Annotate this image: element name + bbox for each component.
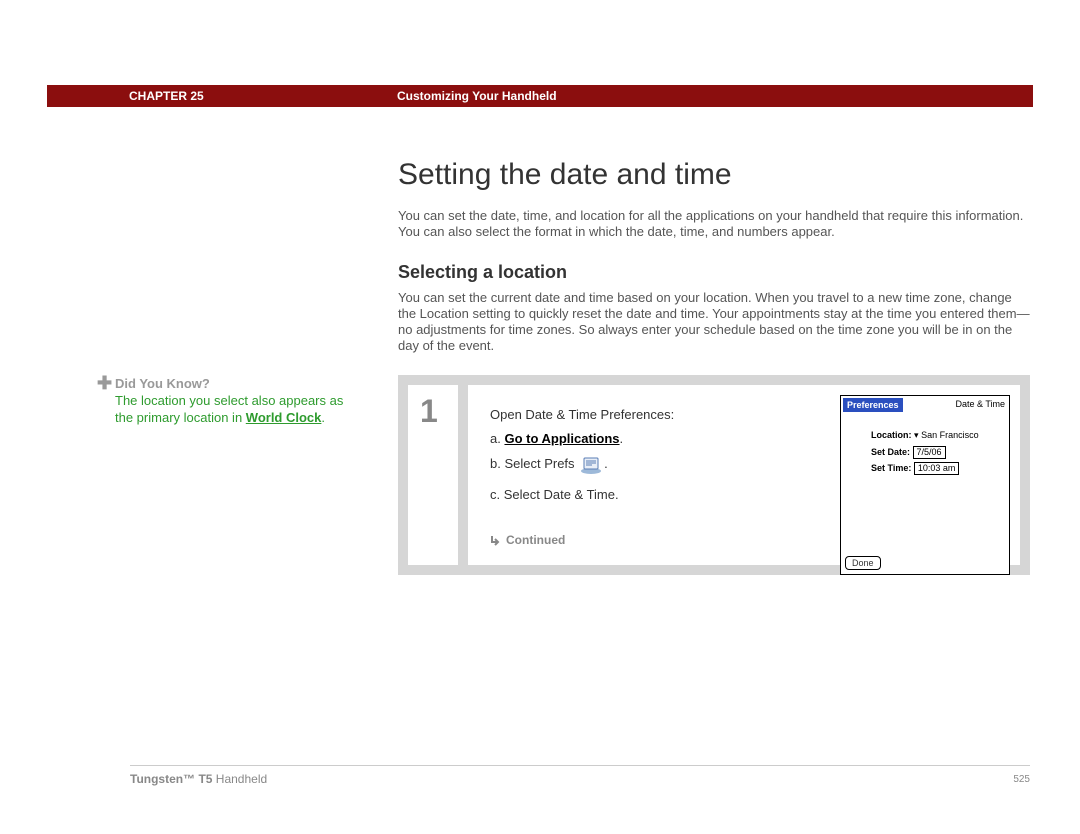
handheld-screenshot: Preferences Date & Time Location: ▾ San … xyxy=(840,395,1010,575)
page-title: Setting the date and time xyxy=(398,158,732,192)
step-a: a. Go to Applications. xyxy=(490,431,623,446)
step-b: b. Select Prefs . xyxy=(490,456,623,477)
footer-product: Tungsten™ T5 Handheld xyxy=(130,772,267,786)
step-open-text: Open Date & Time Preferences: xyxy=(490,407,674,422)
shot-location-label: Location: xyxy=(871,430,912,440)
shot-date-time-label: Date & Time xyxy=(953,398,1007,410)
footer-divider xyxy=(130,765,1030,766)
shot-set-date-label: Set Date: xyxy=(871,447,910,457)
subheading: Selecting a location xyxy=(398,262,567,283)
header-bar: CHAPTER 25 Customizing Your Handheld xyxy=(47,85,1033,107)
intro-paragraph: You can set the date, time, and location… xyxy=(398,208,1030,240)
shot-set-time-label: Set Time: xyxy=(871,463,911,473)
step-b-suffix: . xyxy=(604,456,608,471)
shot-date-row: Set Date: 7/5/06 xyxy=(871,446,946,459)
continued-arrow-icon xyxy=(490,534,502,546)
shot-date-value: 7/5/06 xyxy=(913,446,946,459)
footer-page-number: 525 xyxy=(1013,774,1030,785)
continued-label: Continued xyxy=(490,533,565,547)
shot-location-value: San Francisco xyxy=(921,430,979,440)
shot-titlebar: Preferences Date & Time xyxy=(843,398,1007,412)
dyk-text-post: . xyxy=(321,410,325,425)
step-b-prefix: b. Select Prefs xyxy=(490,456,578,471)
prefs-icon xyxy=(580,456,602,477)
shot-done-button: Done xyxy=(845,556,881,570)
dyk-title: Did You Know? xyxy=(115,376,210,391)
step-a-suffix: . xyxy=(620,431,624,446)
step-a-prefix: a. xyxy=(490,431,504,446)
step-c: c. Select Date & Time. xyxy=(490,487,623,502)
footer-product-rest: Handheld xyxy=(212,772,267,786)
step-number: 1 xyxy=(420,393,438,430)
step-number-panel: 1 xyxy=(408,385,458,565)
step-box: 1 Open Date & Time Preferences: a. Go to… xyxy=(398,375,1030,575)
section-label: Customizing Your Handheld xyxy=(397,89,557,103)
shot-location-row: Location: ▾ San Francisco xyxy=(871,430,979,441)
go-to-applications-link[interactable]: Go to Applications xyxy=(504,431,619,446)
subheading-paragraph: You can set the current date and time ba… xyxy=(398,290,1030,354)
shot-prefs-title: Preferences xyxy=(843,398,903,412)
did-you-know: ✚ Did You Know? The location you select … xyxy=(115,375,365,426)
step-list: a. Go to Applications. b. Select Prefs .… xyxy=(490,431,623,512)
plus-icon: ✚ xyxy=(97,375,112,392)
step-body: Open Date & Time Preferences: a. Go to A… xyxy=(468,385,1020,565)
chevron-down-icon: ▾ xyxy=(914,430,919,440)
continued-text: Continued xyxy=(506,533,565,547)
chapter-label: CHAPTER 25 xyxy=(129,89,204,103)
shot-time-row: Set Time: 10:03 am xyxy=(871,462,959,475)
shot-time-value: 10:03 am xyxy=(914,462,960,475)
footer-product-bold: Tungsten™ T5 xyxy=(130,772,212,786)
world-clock-link[interactable]: World Clock xyxy=(246,410,322,425)
